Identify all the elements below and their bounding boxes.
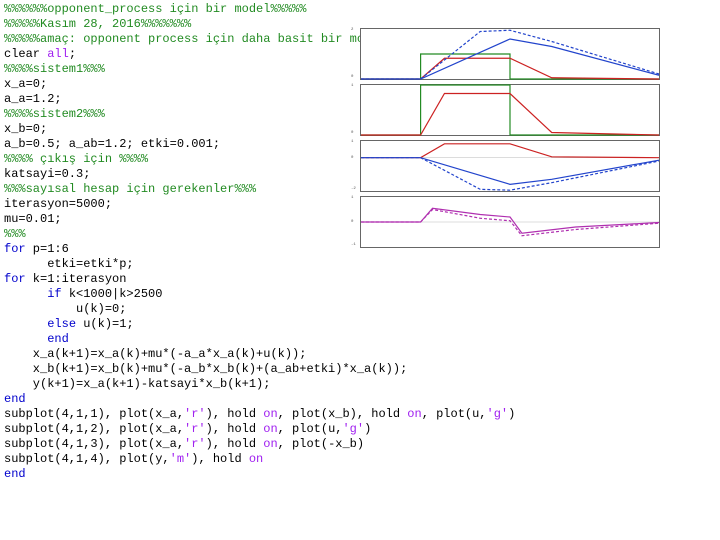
ytick: 1 [351, 140, 353, 144]
ytick: 0 [351, 156, 353, 160]
code-line: %%%%%%opponent_process için bir model%%%… [4, 2, 515, 17]
code-line: end [4, 392, 515, 407]
code-line: y(k+1)=x_a(k+1)-katsayi*x_b(k+1); [4, 377, 515, 392]
ytick: 0 [351, 75, 353, 79]
code-line: if k<1000|k>2500 [4, 287, 515, 302]
code-line: x_b(k+1)=x_b(k)+mu*(-a_b*x_b(k)+(a_ab+et… [4, 362, 515, 377]
code-line: subplot(4,1,3), plot(x_a,'r'), hold on, … [4, 437, 515, 452]
ytick: -2 [351, 187, 356, 191]
code-line: x_a(k+1)=x_a(k)+mu*(-a_a*x_a(k)+u(k)); [4, 347, 515, 362]
ytick: 0 [351, 131, 353, 135]
ytick: 2 [351, 28, 353, 32]
series--x_b p=1 [361, 158, 659, 185]
code-line: else u(k)=1; [4, 317, 515, 332]
code-line: end [4, 467, 515, 482]
code-line: for k=1:iterasyon [4, 272, 515, 287]
code-line: etki=etki*p; [4, 257, 515, 272]
ytick: 0 [351, 220, 353, 224]
chart-subplot-4: 1-10 [360, 196, 660, 248]
chart-subplot-2: 10 [360, 84, 660, 136]
code-line: subplot(4,1,4), plot(y,'m'), hold on [4, 452, 515, 467]
subplot-panel: 20101-201-10 [360, 28, 660, 248]
chart-subplot-1: 20 [360, 28, 660, 80]
code-line: subplot(4,1,1), plot(x_a,'r'), hold on, … [4, 407, 515, 422]
series--x_b p=6 [361, 158, 659, 191]
ytick: -1 [351, 243, 356, 247]
chart-subplot-3: 1-20 [360, 140, 660, 192]
series-y p=6 [361, 210, 659, 236]
series-x_a [361, 144, 659, 158]
code-line: u(k)=0; [4, 302, 515, 317]
code-line: subplot(4,1,2), plot(x_a,'r'), hold on, … [4, 422, 515, 437]
ytick: 1 [351, 84, 353, 88]
ytick: 1 [351, 196, 353, 200]
code-line: end [4, 332, 515, 347]
series-u [361, 85, 659, 135]
